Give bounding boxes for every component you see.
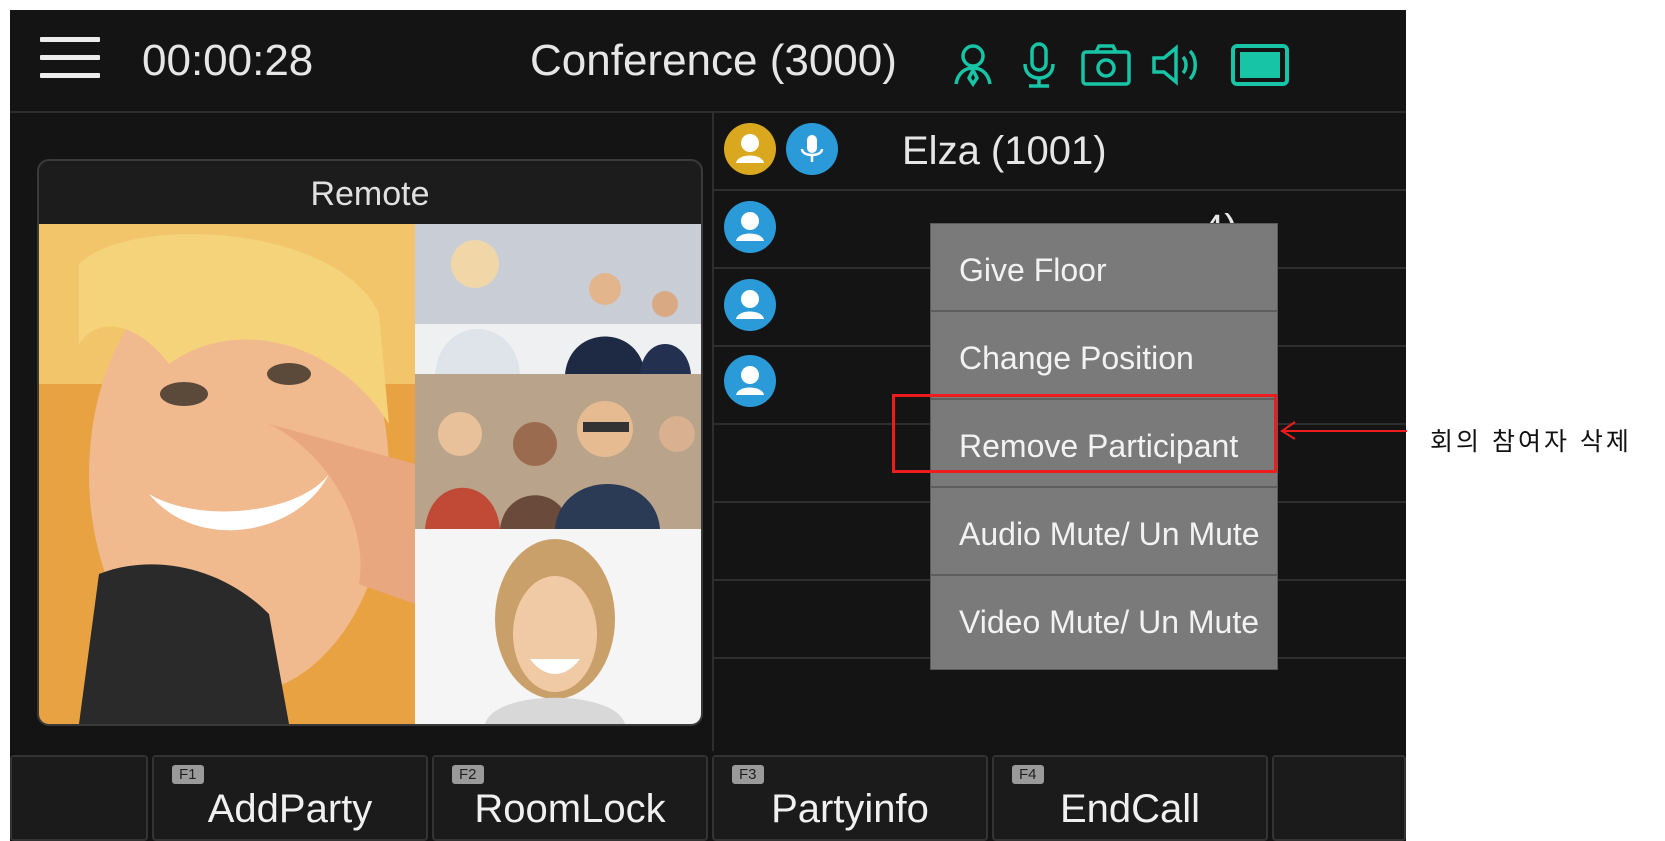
microphone-status-icon — [786, 123, 838, 175]
participant-row[interactable]: Elza (1001) — [714, 111, 1406, 191]
function-key-tag: F4 — [1012, 765, 1044, 784]
header-bar: 00:00:28 Conference (3000) — [10, 10, 1406, 113]
softkey-bar: F1 AddParty F2 RoomLock F3 Partyinfo F4 … — [10, 751, 1406, 841]
video-feed-2 — [415, 224, 701, 374]
screen-icon[interactable] — [1229, 40, 1291, 90]
softkey-label: AddParty — [207, 787, 373, 831]
softkey-blank-left[interactable] — [10, 755, 148, 841]
speaker-icon[interactable] — [1148, 40, 1206, 90]
participant-avatar-icon — [724, 123, 776, 175]
participant-icon[interactable] — [947, 40, 999, 90]
softkey-label: RoomLock — [474, 787, 666, 831]
participant-avatar-icon — [724, 201, 776, 253]
hamburger-menu-icon[interactable] — [40, 37, 100, 83]
softkey-end-call[interactable]: F4 EndCall — [992, 755, 1268, 841]
softkey-label: Partyinfo — [771, 787, 929, 831]
function-key-tag: F3 — [732, 765, 764, 784]
highlight-box — [892, 394, 1277, 473]
video-feed-4 — [415, 529, 701, 724]
menu-item-video-mute[interactable]: Video Mute/ Un Mute — [931, 576, 1277, 664]
softkey-room-lock[interactable]: F2 RoomLock — [432, 755, 708, 841]
annotation-arrow — [1280, 421, 1407, 440]
function-key-tag: F2 — [452, 765, 484, 784]
menu-item-audio-mute[interactable]: Audio Mute/ Un Mute — [931, 488, 1277, 576]
softkey-blank-right[interactable] — [1272, 755, 1406, 841]
menu-item-give-floor[interactable]: Give Floor — [931, 224, 1277, 312]
menu-item-change-position[interactable]: Change Position — [931, 312, 1277, 400]
call-timer: 00:00:28 — [142, 36, 314, 85]
softkey-label: EndCall — [1059, 787, 1201, 831]
camera-icon[interactable] — [1078, 40, 1134, 90]
video-label: Remote — [310, 175, 430, 213]
participant-avatar-icon — [724, 279, 776, 331]
annotation-label: 회의 참여자 삭제 — [1430, 428, 1632, 456]
main-video-feed — [39, 224, 415, 724]
softkey-party-info[interactable]: F3 Partyinfo — [712, 755, 988, 841]
microphone-icon[interactable] — [1013, 40, 1065, 90]
participant-avatar-icon — [724, 355, 776, 407]
conference-title: Conference (3000) — [530, 36, 897, 85]
participant-name: Elza (1001) — [902, 129, 1107, 173]
remote-video-panel: Remote — [37, 159, 703, 726]
function-key-tag: F1 — [172, 765, 204, 784]
softkey-add-party[interactable]: F1 AddParty — [152, 755, 428, 841]
video-feed-3 — [415, 374, 701, 529]
